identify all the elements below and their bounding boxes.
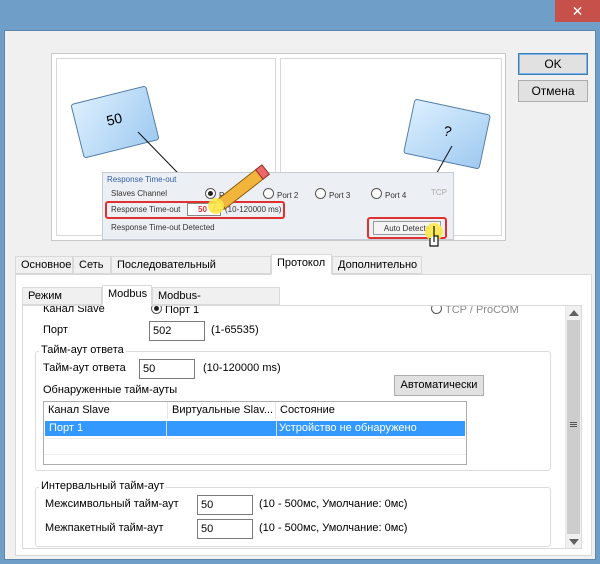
- column-slave-channel[interactable]: Канал Slave: [44, 402, 168, 419]
- protocol-tab-panel: Режим работы Modbus Modbus-маршрутизация…: [15, 274, 592, 556]
- tab-modbus[interactable]: Modbus: [102, 285, 152, 306]
- response-timeout-input[interactable]: 50: [139, 359, 195, 379]
- detected-timeouts-list[interactable]: Канал Slave Виртуальные Slav... Состояни…: [43, 401, 467, 465]
- radio-icon: [431, 306, 442, 314]
- slave-channel-tcp-radio[interactable]: TCP / ProCOM: [431, 306, 519, 316]
- tab-network[interactable]: Сеть: [73, 256, 111, 274]
- dialog-client-area: 50 ? Response Time-out Slaves Channel Po…: [4, 30, 596, 560]
- port-input[interactable]: 502: [149, 321, 205, 341]
- inter-frame-timeout-input[interactable]: 50: [197, 519, 253, 539]
- dialog-window: ✕ 50 ? Response Time-out Slaves Channel …: [0, 0, 600, 564]
- response-timeout-range: (10-120000 ms): [203, 362, 281, 374]
- radio-icon: [151, 306, 162, 314]
- port-label: Порт: [43, 324, 68, 336]
- inter-frame-timeout-range: (10 - 500мс, Умолчание: 0мс): [259, 522, 408, 534]
- column-status[interactable]: Состояние: [276, 402, 466, 419]
- inter-char-timeout-label: Межсимвольный тайм-аут: [45, 498, 179, 510]
- pencil-icon: [208, 164, 271, 214]
- scroll-thumb[interactable]: [567, 320, 580, 534]
- interval-timeout-group: [35, 487, 551, 547]
- tab-advanced[interactable]: Дополнительно: [332, 256, 422, 274]
- inter-char-timeout-range: (10 - 500мс, Умолчание: 0мс): [259, 498, 408, 510]
- list-row-divider: [44, 438, 466, 439]
- tab-protocol[interactable]: Протокол: [271, 254, 332, 275]
- tab-operation-mode[interactable]: Режим работы: [22, 287, 102, 319]
- radio-icon: [371, 188, 382, 199]
- hand-cursor-icon: [425, 223, 443, 247]
- radio-icon: [315, 188, 326, 199]
- illustration-slaves-label: Slaves Channel: [111, 189, 168, 198]
- tab-serial[interactable]: Последовательный интерфейс: [111, 256, 271, 288]
- column-virtual-slave[interactable]: Виртуальные Slav...: [168, 402, 276, 419]
- modbus-panel: Канал Slave Порт 1 TCP / ProCOM Порт 502…: [22, 305, 582, 549]
- main-tab-strip: Основное Сеть Последовательный интерфейс…: [15, 254, 595, 288]
- interval-timeout-group-title: Интервальный тайм-аут: [39, 480, 167, 492]
- cell-status: Устройство не обнаружено: [279, 422, 417, 434]
- slave-channel-label: Канал Slave: [43, 305, 105, 315]
- illustration-port-option: Port 4: [371, 188, 406, 200]
- cell-channel: Порт 1: [49, 421, 167, 436]
- cancel-button[interactable]: Отмена: [518, 80, 588, 102]
- detected-timeouts-label: Обнаруженные тайм-ауты: [43, 384, 178, 396]
- title-bar[interactable]: ✕: [0, 0, 600, 30]
- response-timeout-label: Тайм-аут ответа: [43, 362, 126, 374]
- vertical-scrollbar[interactable]: [565, 306, 581, 548]
- illustration-timeout-label: Response Time-out: [111, 205, 181, 214]
- illustration-detected-label: Response Time-out Detected: [111, 223, 215, 232]
- slave-channel-port-radio[interactable]: Порт 1: [151, 306, 199, 316]
- tab-basic[interactable]: Основное: [15, 256, 73, 274]
- cell-virtual: [169, 421, 277, 436]
- grip-icon: [570, 422, 577, 423]
- inter-frame-timeout-label: Межпакетный тайм-аут: [45, 522, 164, 534]
- illustration-port-option: Port 3: [315, 188, 350, 200]
- list-row-divider: [44, 454, 466, 455]
- close-button[interactable]: ✕: [555, 0, 600, 22]
- inter-char-timeout-input[interactable]: 50: [197, 495, 253, 515]
- scroll-up-icon[interactable]: [569, 310, 579, 316]
- auto-detect-button[interactable]: Автоматически: [394, 375, 484, 396]
- port-range: (1-65535): [211, 324, 259, 336]
- table-row[interactable]: Порт 1 Устройство не обнаружено: [45, 421, 465, 436]
- help-illustration: 50 ? Response Time-out Slaves Channel Po…: [51, 53, 506, 247]
- scroll-down-icon[interactable]: [569, 539, 579, 545]
- illustration-port-option: TCP: [431, 188, 447, 197]
- sub-tab-strip: Режим работы Modbus Modbus-маршрутизация: [22, 285, 582, 319]
- tab-modbus-routing[interactable]: Modbus-маршрутизация: [152, 287, 280, 319]
- illustration-form-title: Response Time-out: [107, 175, 177, 184]
- response-timeout-group-title: Тайм-аут ответа: [39, 344, 126, 356]
- ok-button[interactable]: OK: [518, 53, 588, 75]
